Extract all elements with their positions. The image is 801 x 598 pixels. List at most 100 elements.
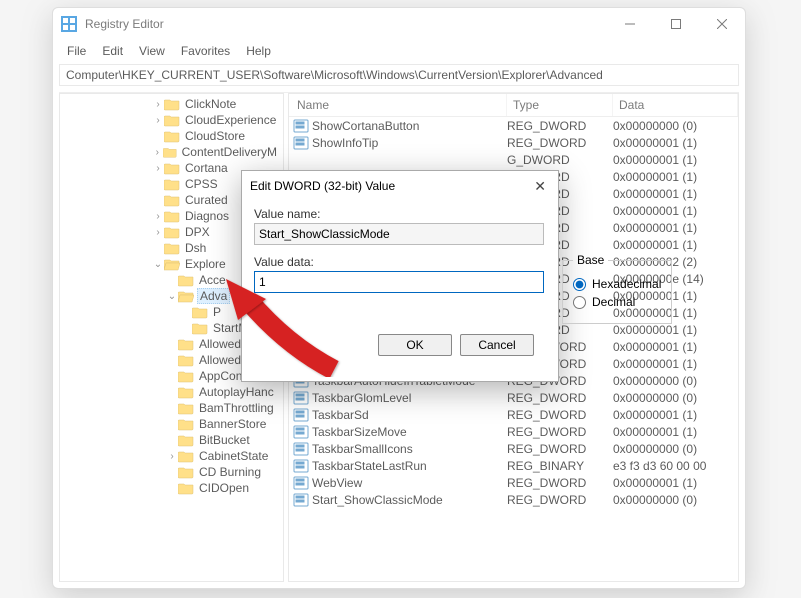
tree-item[interactable]: ›ClickNote <box>60 96 283 112</box>
tree-item[interactable]: BamThrottling <box>60 400 283 416</box>
close-button[interactable] <box>699 8 745 40</box>
expand-icon[interactable]: › <box>152 163 164 174</box>
list-row[interactable]: TaskbarGlomLevel REG_DWORD0x00000000 (0) <box>289 389 738 406</box>
cell-data: 0x00000000 (0) <box>613 119 738 133</box>
list-row[interactable]: Start_ShowClassicMode REG_DWORD0x00000000… <box>289 491 738 508</box>
cell-name: TaskbarSd <box>312 408 369 422</box>
tree-item[interactable]: ›CloudExperience <box>60 112 283 128</box>
menubar: File Edit View Favorites Help <box>53 40 745 62</box>
list-row[interactable]: TaskbarStateLastRun REG_BINARYe3 f3 d3 60… <box>289 457 738 474</box>
tree-item[interactable]: AutoplayHanc <box>60 384 283 400</box>
cell-data: 0x00000000 (0) <box>613 442 738 456</box>
cell-type: REG_DWORD <box>507 136 613 150</box>
tree-item-label: CloudStore <box>183 129 247 143</box>
list-row[interactable]: WebViewREG_DWORD0x00000001 (1) <box>289 474 738 491</box>
tree-item[interactable]: BannerStore <box>60 416 283 432</box>
expand-icon[interactable]: › <box>152 227 164 238</box>
col-data[interactable]: Data <box>613 94 738 116</box>
tree-item-label: BannerStore <box>197 417 268 431</box>
cell-data: 0x00000001 (1) <box>613 170 738 184</box>
tree-item-label: DPX <box>183 225 212 239</box>
col-type[interactable]: Type <box>507 94 613 116</box>
expand-icon[interactable]: › <box>152 99 164 110</box>
tree-item-label: ContentDeliveryM <box>180 145 279 159</box>
ok-button[interactable]: OK <box>378 334 452 356</box>
tree-item-label: Diagnos <box>183 209 231 223</box>
list-header: Name Type Data <box>289 94 738 117</box>
menu-help[interactable]: Help <box>238 42 279 60</box>
tree-item[interactable]: CD Burning <box>60 464 283 480</box>
list-row[interactable]: ShowCortanaButton REG_DWORD0x00000000 (0) <box>289 117 738 134</box>
cell-type: REG_DWORD <box>507 493 613 507</box>
list-row[interactable]: TaskbarSdREG_DWORD0x00000001 (1) <box>289 406 738 423</box>
list-row[interactable]: G_DWORD0x00000001 (1) <box>289 151 738 168</box>
tree-item-label: Explore <box>183 257 228 271</box>
tree-item-label: Cortana <box>183 161 230 175</box>
cell-type: REG_BINARY <box>507 459 613 473</box>
expand-icon[interactable]: ⌄ <box>166 291 178 302</box>
tree-item-label: Adva <box>197 288 230 304</box>
tree-item[interactable]: CIDOpen <box>60 480 283 496</box>
cell-data: 0x00000001 (1) <box>613 153 738 167</box>
app-icon <box>61 16 77 32</box>
maximize-button[interactable] <box>653 8 699 40</box>
tree-item-label: BitBucket <box>197 433 252 447</box>
menu-edit[interactable]: Edit <box>94 42 131 60</box>
list-row[interactable]: TaskbarSmallIcons REG_DWORD0x00000000 (0) <box>289 440 738 457</box>
tree-item-label: CabinetState <box>197 449 270 463</box>
cell-name: ShowInfoTip <box>312 136 378 150</box>
menu-file[interactable]: File <box>59 42 94 60</box>
expand-icon[interactable]: › <box>152 147 163 158</box>
cancel-button[interactable]: Cancel <box>460 334 534 356</box>
cell-data: e3 f3 d3 60 00 00 <box>613 459 738 473</box>
tree-item[interactable]: BitBucket <box>60 432 283 448</box>
tree-item-label: Curated <box>183 193 230 207</box>
tree-item-label: Dsh <box>183 241 208 255</box>
minimize-button[interactable] <box>607 8 653 40</box>
list-row[interactable]: ShowInfoTipREG_DWORD0x00000001 (1) <box>289 134 738 151</box>
radio-decimal[interactable]: Decimal <box>573 295 661 309</box>
dialog-close-icon[interactable]: ✕ <box>530 178 550 195</box>
window-title: Registry Editor <box>85 17 607 31</box>
cell-name: Start_ShowClassicMode <box>312 493 443 507</box>
menu-view[interactable]: View <box>131 42 173 60</box>
expand-icon[interactable]: ⌄ <box>152 259 164 270</box>
cell-data: 0x00000001 (1) <box>613 238 738 252</box>
cell-data: 0x00000000 (0) <box>613 391 738 405</box>
edit-dword-dialog: Edit DWORD (32-bit) Value ✕ Value name: … <box>241 170 559 382</box>
menu-favorites[interactable]: Favorites <box>173 42 238 60</box>
cell-type: G_DWORD <box>507 153 613 167</box>
base-group: Base Hexadecimal Decimal <box>562 253 672 324</box>
cell-type: REG_DWORD <box>507 119 613 133</box>
cell-data: 0x00000001 (1) <box>613 408 738 422</box>
dialog-title: Edit DWORD (32-bit) Value <box>250 179 530 193</box>
tree-item-label: P <box>211 305 223 319</box>
tree-item-label: AutoplayHanc <box>197 385 276 399</box>
col-name[interactable]: Name <box>289 94 507 116</box>
radio-hex[interactable]: Hexadecimal <box>573 277 661 291</box>
tree-item[interactable]: › CabinetState <box>60 448 283 464</box>
address-bar[interactable]: Computer\HKEY_CURRENT_USER\Software\Micr… <box>59 64 739 86</box>
value-data-field[interactable] <box>254 271 544 293</box>
value-name-field <box>254 223 544 245</box>
expand-icon[interactable]: › <box>166 451 178 462</box>
expand-icon[interactable]: › <box>152 115 164 126</box>
cell-type: REG_DWORD <box>507 391 613 405</box>
titlebar: Registry Editor <box>53 8 745 40</box>
cell-name: TaskbarGlomLevel <box>312 391 411 405</box>
cell-data: 0x00000001 (1) <box>613 357 738 371</box>
cell-name: TaskbarSmallIcons <box>312 442 413 456</box>
cell-name: TaskbarStateLastRun <box>312 459 427 473</box>
cell-data: 0x00000001 (1) <box>613 425 738 439</box>
tree-item-label: CIDOpen <box>197 481 251 495</box>
tree-item-label: Acce <box>197 273 228 287</box>
cell-name: ShowCortanaButton <box>312 119 419 133</box>
value-data-label: Value data: <box>254 255 544 269</box>
cell-type: REG_DWORD <box>507 442 613 456</box>
list-row[interactable]: TaskbarSizeMoveREG_DWORD0x00000001 (1) <box>289 423 738 440</box>
cell-data: 0x00000001 (1) <box>613 476 738 490</box>
tree-item[interactable]: › ContentDeliveryM <box>60 144 283 160</box>
tree-item[interactable]: CloudStore <box>60 128 283 144</box>
cell-data: 0x00000000 (0) <box>613 493 738 507</box>
expand-icon[interactable]: › <box>152 211 164 222</box>
